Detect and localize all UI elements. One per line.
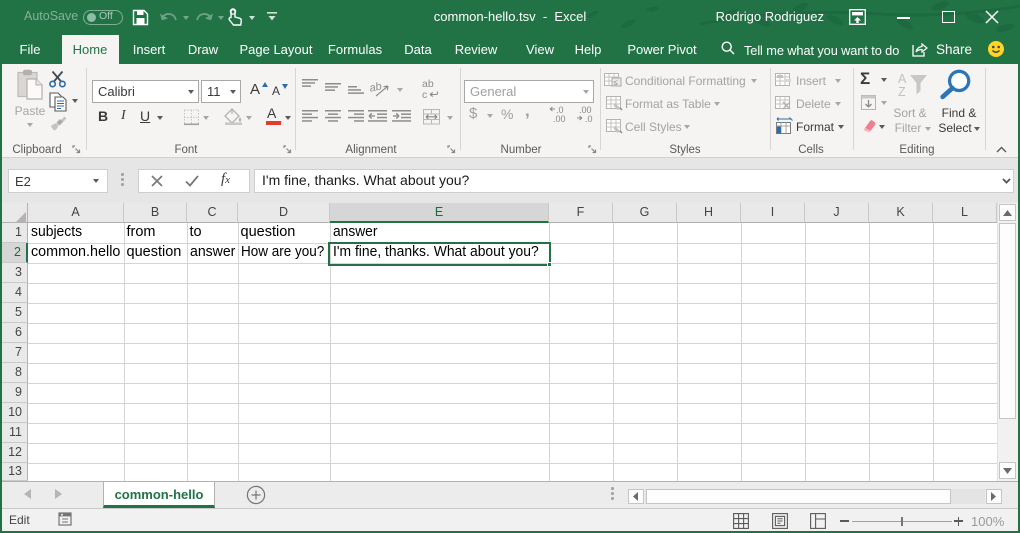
svg-text:.0: .0 [585,114,593,124]
svg-text:≤: ≤ [614,78,619,87]
svg-text:A: A [898,72,907,86]
svg-text:Z: Z [898,85,906,99]
svg-text:.00: .00 [553,114,566,124]
svg-text:c: c [422,89,427,101]
